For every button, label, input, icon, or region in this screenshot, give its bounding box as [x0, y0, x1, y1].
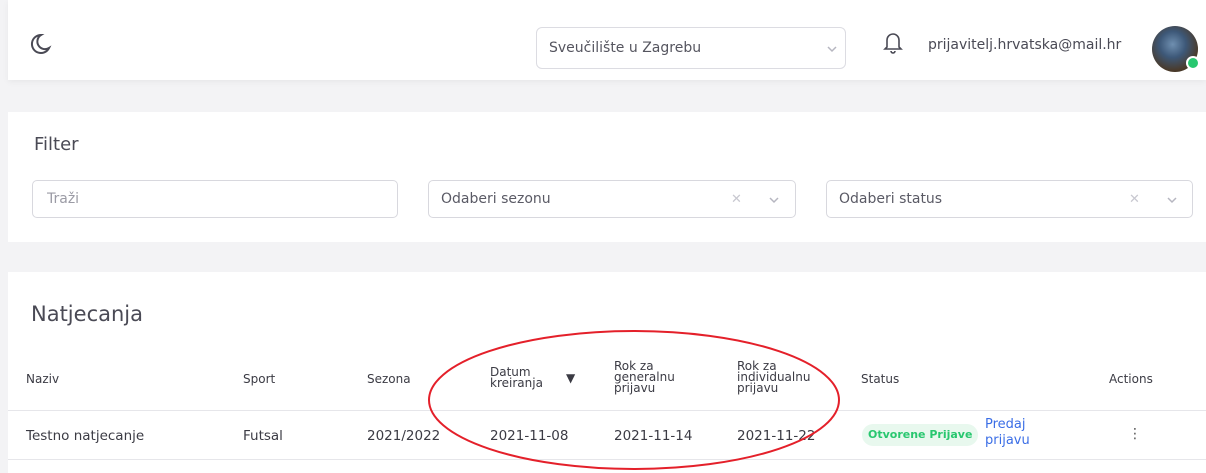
online-status-dot: [1186, 56, 1200, 70]
kebab-menu-icon[interactable]: ⋮: [1128, 426, 1142, 442]
column-header-rok-generalnu[interactable]: Rok za generalnu prijavu: [614, 360, 675, 394]
search-box: [32, 180, 398, 218]
avatar[interactable]: [1152, 26, 1200, 72]
user-email[interactable]: prijavitelj.hrvatska@mail.hr: [928, 37, 1121, 53]
clear-icon[interactable]: ✕: [1129, 192, 1140, 207]
search-input[interactable]: [33, 181, 397, 217]
university-select[interactable]: Sveučilište u Zagrebu: [536, 27, 846, 69]
column-header-status[interactable]: Status: [861, 373, 899, 385]
cell-created: 2021-11-08: [490, 428, 569, 444]
season-select-placeholder: Odaberi sezonu: [441, 191, 551, 207]
column-header-actions: Actions: [1109, 372, 1153, 386]
filter-title: Filter: [34, 134, 79, 155]
cell-name: Testno natjecanje: [26, 428, 145, 444]
header-divider: [8, 410, 1206, 411]
top-navbar: Sveučilište u Zagrebu prijavitelj.hrvats…: [8, 0, 1206, 80]
submit-application-link[interactable]: Predaj prijavu: [985, 417, 1030, 449]
cell-general-deadline: 2021-11-14: [614, 428, 693, 444]
status-badge: Otvorene Prijave: [862, 424, 979, 446]
season-select[interactable]: Odaberi sezonu ✕: [428, 180, 796, 218]
university-select-value: Sveučilište u Zagrebu: [549, 40, 702, 56]
column-header-sezona[interactable]: Sezona: [367, 373, 411, 385]
column-header-naziv[interactable]: Naziv: [26, 373, 59, 385]
clear-icon[interactable]: ✕: [731, 192, 742, 207]
status-select-placeholder: Odaberi status: [839, 191, 943, 207]
filter-card: Filter Odaberi sezonu ✕ Odaberi status ✕: [8, 112, 1206, 242]
cell-individual-deadline: 2021-11-22: [737, 428, 816, 444]
section-title: Natjecanja: [31, 302, 143, 326]
moon-icon[interactable]: [30, 30, 56, 56]
status-select[interactable]: Odaberi status ✕: [826, 180, 1193, 218]
chevron-down-icon: [1167, 197, 1177, 204]
chevron-down-icon: [827, 46, 837, 53]
sort-desc-icon[interactable]: ▼: [566, 372, 575, 384]
bell-icon[interactable]: [883, 30, 903, 54]
cell-season: 2021/2022: [367, 428, 441, 444]
column-header-rok-individualnu[interactable]: Rok za individualnu prijavu: [737, 360, 810, 394]
column-header-datum-kreiranja[interactable]: Datum kreiranja: [490, 366, 543, 389]
row-divider: [8, 459, 1206, 460]
column-header-sport[interactable]: Sport: [243, 373, 275, 385]
cell-sport: Futsal: [243, 428, 283, 444]
chevron-down-icon: [769, 197, 779, 204]
